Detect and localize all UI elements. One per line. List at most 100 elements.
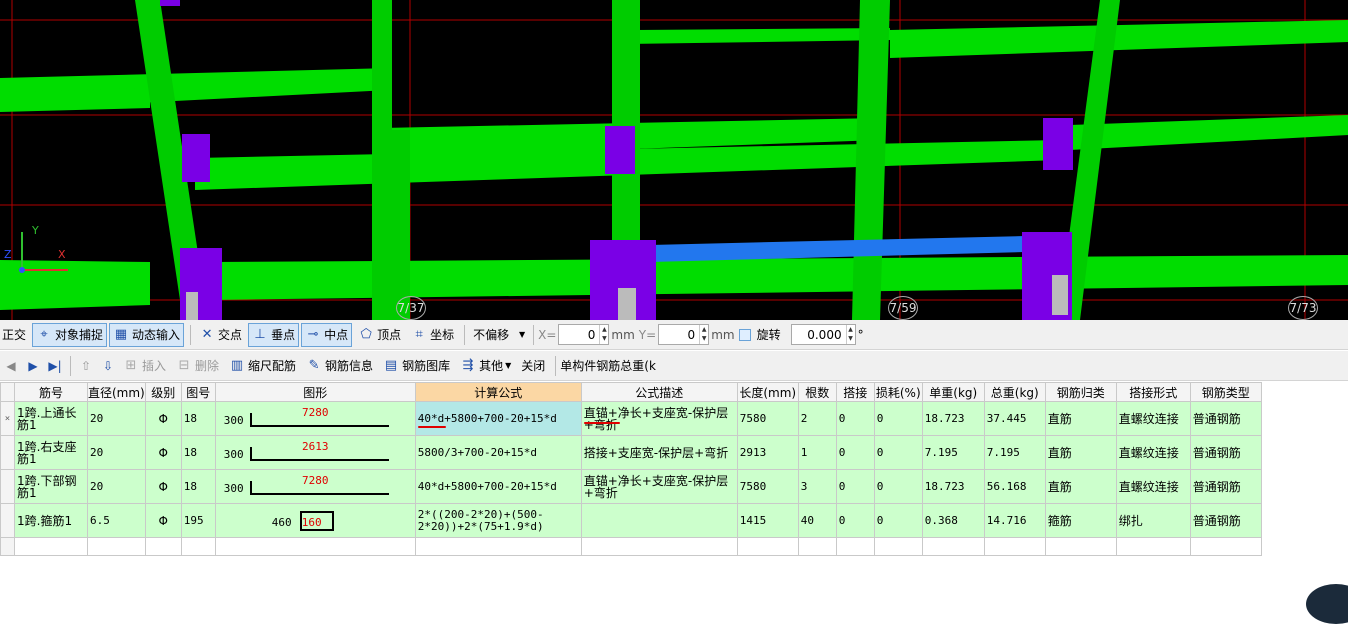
cell-total-weight[interactable]: 37.445 [983,401,1046,436]
empty-cell[interactable] [580,537,738,556]
empty-cell[interactable] [797,537,837,556]
empty-cell[interactable] [983,537,1046,556]
cell-fig-no[interactable]: 18 [180,469,216,504]
empty-cell[interactable] [1189,537,1262,556]
ortho-button[interactable]: 正交 [0,323,30,347]
col-header-length[interactable]: 长度(mm) [736,382,799,402]
cell-description[interactable] [580,503,738,538]
cell-lap[interactable]: 0 [835,435,875,470]
empty-cell[interactable] [873,537,923,556]
col-header-grade[interactable]: 级别 [144,382,182,402]
col-header-fig-no[interactable]: 图号 [180,382,216,402]
rebar-info-button[interactable]: ✎ 钢筋信息 [302,354,377,378]
next-record-icon[interactable]: ▶ [22,359,44,373]
empty-cell[interactable] [736,537,799,556]
cell-lap-type[interactable]: 绑扎 [1115,503,1191,538]
row-selector[interactable] [0,537,15,556]
scale-rebar-button[interactable]: ▥ 缩尺配筋 [225,354,300,378]
perpendicular-snap-button[interactable]: ⊥ 垂点 [248,322,300,347]
cell-count[interactable]: 40 [797,503,837,538]
col-header-total-weight[interactable]: 总重(kg) [983,382,1046,402]
cell-lap[interactable]: 0 [835,401,875,436]
cell-count[interactable]: 2 [797,401,837,436]
cell-lap-type[interactable]: 直螺纹连接 [1115,401,1191,436]
y-coordinate-field[interactable]: ▲▼ [658,324,710,345]
cell-diameter[interactable]: 20 [87,401,146,436]
cell-mark[interactable]: 1跨.上通长筋1 [14,401,88,436]
col-header-lap-type[interactable]: 搭接形式 [1115,382,1191,402]
rotate-input[interactable] [791,325,846,344]
cell-grade[interactable]: Φ [144,503,182,538]
spin-arrows-icon[interactable]: ▲ ▼ [699,325,708,344]
cell-description[interactable]: 直锚+净长+支座宽-保护层+弯折 [580,401,738,436]
cell-loss[interactable]: 0 [873,401,923,436]
x-coordinate-input[interactable] [559,325,600,344]
cell-total-weight[interactable]: 14.716 [983,503,1046,538]
cell-diameter[interactable]: 20 [87,469,146,504]
rotate-checkbox[interactable] [738,328,751,341]
cell-formula[interactable]: 40*d+5800+700-20+15*d [414,469,582,504]
cell-shape[interactable]: 300 7280 [214,469,416,504]
row-selector[interactable] [0,469,15,504]
cell-formula[interactable]: 40*d+5800+700-20+15*d [414,401,582,436]
col-header-loss[interactable]: 损耗(%) [873,382,923,402]
y-coordinate-input[interactable] [659,325,700,344]
move-up-icon[interactable]: ⇧ [75,359,97,373]
cell-total-weight[interactable]: 56.168 [983,469,1046,504]
cell-rebar-type[interactable]: 普通钢筋 [1189,435,1262,470]
cell-description[interactable]: 直锚+净长+支座宽-保护层+弯折 [580,469,738,504]
cell-grade[interactable]: Φ [144,469,182,504]
col-header-lap[interactable]: 搭接 [835,382,875,402]
cell-description[interactable]: 搭接+支座宽-保护层+弯折 [580,435,738,470]
spin-arrows-icon[interactable]: ▲ ▼ [599,325,608,344]
empty-cell[interactable] [214,537,416,556]
cell-lap[interactable]: 0 [835,469,875,504]
empty-cell[interactable] [921,537,985,556]
move-down-icon[interactable]: ⇩ [97,359,119,373]
dynamic-input-button[interactable]: ▦ 动态输入 [109,322,185,347]
cell-grade[interactable]: Φ [144,401,182,436]
col-header-count[interactable]: 根数 [797,382,837,402]
cell-diameter[interactable]: 6.5 [87,503,146,538]
cell-fig-no[interactable]: 18 [180,435,216,470]
col-header-category[interactable]: 钢筋归类 [1044,382,1117,402]
cell-shape[interactable]: 460 160 [214,503,416,538]
row-selector[interactable] [0,435,15,470]
rebar-library-button[interactable]: ▤ 钢筋图库 [379,354,454,378]
empty-cell[interactable] [144,537,182,556]
delete-button[interactable]: ⊟ 删除 [172,354,223,378]
cell-unit-weight[interactable]: 18.723 [921,469,985,504]
empty-cell[interactable] [87,537,146,556]
offset-mode-select[interactable]: 不偏移 ▼ [469,324,529,345]
coordinate-snap-button[interactable]: ⌗ 坐标 [407,323,458,347]
cell-fig-no[interactable]: 195 [180,503,216,538]
cell-loss[interactable]: 0 [873,469,923,504]
table-row[interactable]: 1跨.下部钢筋1 20 Φ 18 300 7280 40*d+5800+700-… [0,469,1262,504]
col-header-shape[interactable]: 图形 [214,382,416,402]
cell-unit-weight[interactable]: 18.723 [921,401,985,436]
cell-category[interactable]: 直筋 [1044,469,1117,504]
cell-total-weight[interactable]: 7.195 [983,435,1046,470]
empty-cell[interactable] [1044,537,1117,556]
cell-category[interactable]: 直筋 [1044,435,1117,470]
cell-count[interactable]: 1 [797,435,837,470]
cell-shape[interactable]: 300 2613 [214,435,416,470]
cell-loss[interactable]: 0 [873,503,923,538]
cell-rebar-type[interactable]: 普通钢筋 [1189,503,1262,538]
cell-rebar-type[interactable]: 普通钢筋 [1189,401,1262,436]
cell-unit-weight[interactable]: 0.368 [921,503,985,538]
cell-rebar-type[interactable]: 普通钢筋 [1189,469,1262,504]
prev-record-icon[interactable]: ◀ [0,359,22,373]
insert-button[interactable]: ⊞ 插入 [119,354,170,378]
row-selector[interactable] [0,503,15,538]
cell-count[interactable]: 3 [797,469,837,504]
table-empty-row[interactable] [0,537,1262,556]
empty-cell[interactable] [414,537,582,556]
last-record-icon[interactable]: ▶| [44,359,66,373]
cell-length[interactable]: 2913 [736,435,799,470]
cell-loss[interactable]: 0 [873,435,923,470]
cell-lap-type[interactable]: 直螺纹连接 [1115,469,1191,504]
cell-grade[interactable]: Φ [144,435,182,470]
cell-lap-type[interactable]: 直螺纹连接 [1115,435,1191,470]
cell-diameter[interactable]: 20 [87,435,146,470]
